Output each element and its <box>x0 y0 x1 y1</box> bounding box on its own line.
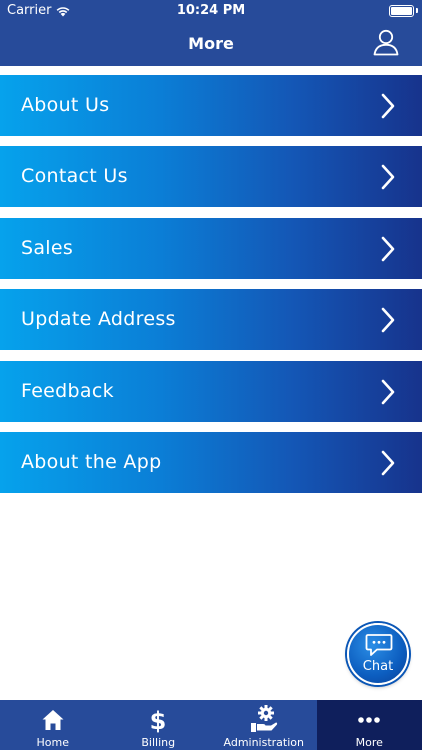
battery-icon <box>389 5 414 17</box>
status-bar: Carrier 10:24 PM <box>0 0 422 22</box>
home-icon <box>42 710 64 730</box>
tab-label: Billing <box>141 736 176 749</box>
chevron-right-icon <box>381 450 395 476</box>
page-title: More <box>188 34 234 53</box>
tab-more[interactable]: More <box>316 700 422 750</box>
chevron-right-icon <box>381 165 395 190</box>
battery-tip <box>416 8 418 13</box>
menu-item-sales[interactable]: Sales <box>0 217 422 279</box>
chat-bubble-icon <box>365 634 393 656</box>
app-header: Carrier 10:24 PM More <box>0 0 422 66</box>
menu-item-label: About Us <box>21 94 110 116</box>
chevron-right-icon <box>381 93 395 119</box>
gear-hand-icon <box>250 705 277 732</box>
chevron-right-icon <box>381 379 395 404</box>
menu-item-about-us[interactable]: About Us <box>0 75 422 136</box>
menu-item-update-address[interactable]: Update Address <box>0 289 422 351</box>
chat-button[interactable]: Chat <box>347 623 409 685</box>
chevron-right-icon <box>381 307 395 333</box>
menu-item-label: Update Address <box>21 308 176 331</box>
menu-item-label: About the App <box>21 450 162 473</box>
tab-bar: Home $ Billing Administration More <box>0 700 422 750</box>
menu-item-contact-us[interactable]: Contact Us <box>0 146 422 208</box>
user-icon[interactable] <box>372 28 400 56</box>
tab-label: More <box>355 736 383 749</box>
tab-home[interactable]: Home <box>0 700 106 750</box>
more-dots-icon <box>358 717 381 723</box>
menu-item-label: Sales <box>21 236 74 259</box>
more-menu: About Us Contact Us Sales Update Address… <box>0 75 422 503</box>
menu-item-label: Feedback <box>21 379 114 402</box>
tab-administration[interactable]: Administration <box>211 700 317 750</box>
tab-label: Home <box>36 736 69 749</box>
menu-item-label: Contact Us <box>21 165 128 188</box>
status-time: 10:24 PM <box>176 3 246 18</box>
tab-label: Administration <box>223 736 305 749</box>
chat-label: Chat <box>362 659 394 674</box>
svg-text:$: $ <box>150 707 167 733</box>
dollar-icon: $ <box>150 707 167 733</box>
tab-billing[interactable]: $ Billing <box>106 700 212 750</box>
menu-item-about-the-app[interactable]: About the App <box>0 431 422 493</box>
chevron-right-icon <box>381 236 395 262</box>
menu-item-feedback[interactable]: Feedback <box>0 360 422 422</box>
